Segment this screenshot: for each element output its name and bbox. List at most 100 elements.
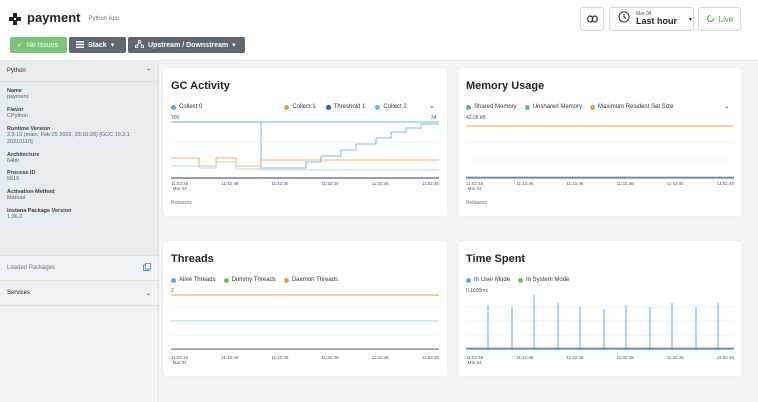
property-item: Instana Package Version 1.36.2 — [7, 208, 151, 221]
x-axis: 11:02:46 Mar 04 11:12:46 11:22:46 11:32:4… — [171, 355, 439, 365]
x-tick: 11:02:46 Mar 04 — [466, 181, 484, 191]
card-title: GC Activity — [171, 80, 230, 92]
releases-label: Releases — [466, 200, 487, 206]
card-title: Time Spent — [466, 253, 526, 265]
x-tick: 11:52:46 — [716, 181, 734, 186]
threads-plot — [171, 294, 439, 350]
x-tick: 11:22:46 — [271, 181, 289, 186]
python-section-header[interactable]: Python ⌃ — [0, 61, 158, 82]
x-tick: 11:22:46 — [566, 181, 584, 186]
sidebar: Python ⌃ Name payment Flavor CPython Run… — [0, 61, 159, 402]
time-range: Last hour — [636, 16, 678, 26]
x-tick: 11:52:46 — [716, 355, 734, 360]
x-tick: 11:02:46 Mar 04 — [171, 355, 189, 365]
live-label: Live — [718, 14, 734, 24]
x-tick: 11:12:46 — [221, 181, 239, 186]
x-axis: 11:02:46 Mar 04 11:12:46 11:22:46 11:32:4… — [466, 355, 734, 365]
services-item[interactable]: Services ⌄ — [0, 281, 158, 306]
property-list: Name payment Flavor CPython Runtime Vers… — [0, 82, 158, 256]
upstream-downstream-button[interactable]: Upstream / Downstream ▾ — [128, 37, 245, 53]
refresh-icon — [706, 10, 715, 28]
legend-item[interactable]: Shared Memory — [466, 104, 517, 110]
gc-activity-card: GC Activity Collect 0 Collect 1 Threshol… — [163, 68, 447, 216]
loaded-packages-item[interactable]: Loaded Packages — [0, 256, 158, 281]
top-bar: payment Python App Mar 04 Last hour ▾ Li… — [0, 0, 758, 61]
threads-card: Threads Alive Threads Dummy Threads Daem… — [163, 241, 447, 376]
time-range-picker[interactable]: Mar 04 Last hour ▾ — [609, 7, 694, 31]
caret-down-icon: ▾ — [689, 16, 693, 23]
copy-icon[interactable] — [143, 263, 151, 273]
legend-item[interactable]: Dummy Threads — [223, 277, 276, 283]
releases-label: Releases — [171, 200, 192, 206]
property-item: Architecture 64bit — [7, 152, 151, 165]
x-tick: 11:52:46 — [421, 181, 439, 186]
no-issues-button[interactable]: ✓ No Issues — [10, 37, 67, 53]
property-value: CPython — [7, 112, 29, 119]
stack-icon — [76, 40, 84, 50]
legend-item[interactable]: Unshared Memory — [524, 104, 582, 110]
x-tick: 11:32:46 — [321, 181, 339, 186]
app-header: payment Python App — [9, 10, 119, 25]
legend-item[interactable]: Alive Threads — [171, 277, 216, 283]
x-tick: 11:42:46 — [371, 181, 389, 186]
property-value: payment — [7, 94, 29, 100]
property-item: Runtime Version 3.9.10 (main, Feb 25 202… — [7, 126, 151, 146]
property-item: Activation Method Manual — [7, 189, 151, 202]
upstream-label: Upstream / Downstream — [148, 41, 229, 49]
chevron-down-icon: ⌄ — [145, 290, 151, 297]
x-tick: 11:02:46 Mar 04 — [466, 355, 484, 365]
live-toggle[interactable]: Live — [698, 7, 741, 31]
chevron-up-icon: ⌃ — [145, 68, 151, 75]
caret-down-icon: ▾ — [110, 42, 115, 49]
stack-button[interactable]: Stack ▾ — [69, 37, 126, 53]
legend-item[interactable]: In User Mode — [466, 277, 510, 283]
x-tick: 11:42:46 — [371, 355, 389, 360]
property-item: Name payment — [7, 88, 151, 101]
no-issues-label: No Issues — [26, 41, 58, 49]
property-item: Flavor CPython — [7, 107, 151, 120]
app-subtitle: Python App — [88, 15, 120, 22]
x-tick: 11:22:46 — [566, 355, 584, 360]
x-tick: 11:32:46 — [616, 355, 634, 360]
property-value: 1.36.2 — [7, 214, 23, 221]
topology-icon — [134, 39, 145, 50]
section-title: Python — [7, 68, 26, 74]
memory-usage-plot — [466, 125, 734, 179]
legend-item[interactable]: In System Mode — [518, 277, 569, 283]
memory-usage-card: Memory Usage Shared Memory Unshared Memo… — [458, 68, 742, 216]
stack-label: Stack — [88, 41, 107, 49]
legend-item[interactable]: Collect 0 — [171, 104, 202, 110]
caret-down-icon: ▾ — [232, 42, 236, 49]
legend-item[interactable]: Threshold 1 — [325, 104, 365, 110]
x-tick: 11:32:46 — [321, 355, 339, 360]
copy-link-button[interactable] — [580, 7, 604, 31]
legend-item[interactable]: Collect 1 — [284, 104, 316, 110]
services-label: Services — [7, 290, 31, 296]
x-tick: 11:02:46 Mar 04 — [171, 181, 189, 191]
chevron-down-icon[interactable]: ⌄ — [429, 102, 435, 110]
chevron-down-icon[interactable]: ⌄ — [724, 102, 730, 110]
clock-icon — [618, 10, 630, 28]
property-value: 64bit — [7, 157, 19, 164]
property-value: 3.9.10 (main, Feb 25 2022, 23:10:28) [GC… — [7, 131, 130, 145]
x-tick: 11:42:46 — [666, 355, 684, 360]
time-spent-card: Time Spent In User Mode In System Mode 0… — [458, 241, 742, 376]
x-tick: 11:32:46 — [616, 181, 634, 186]
link-icon — [586, 10, 598, 28]
legend-item[interactable]: Daemon Threads — [283, 277, 338, 283]
time-spent-plot — [466, 295, 734, 350]
x-axis: 11:02:46 Mar 04 11:12:46 11:22:46 11:32:4… — [466, 181, 734, 191]
x-tick: 11:42:46 — [666, 181, 684, 186]
legend-item[interactable]: Collect 2 — [375, 104, 407, 110]
x-axis: 11:02:46 Mar 04 11:12:46 11:22:46 11:32:4… — [171, 181, 439, 191]
x-tick: 11:52:46 — [421, 355, 439, 360]
card-title: Memory Usage — [466, 80, 545, 92]
x-tick: 11:12:46 — [516, 355, 534, 360]
check-icon: ✓ — [17, 42, 23, 49]
x-tick: 11:12:46 — [516, 181, 534, 186]
property-value: Manual — [7, 195, 26, 202]
property-value: 5616 — [7, 176, 20, 183]
legend-item[interactable]: Maximum Resident Set Size — [590, 104, 673, 110]
x-tick: 11:22:46 — [271, 355, 289, 360]
python-app-icon — [9, 12, 21, 25]
